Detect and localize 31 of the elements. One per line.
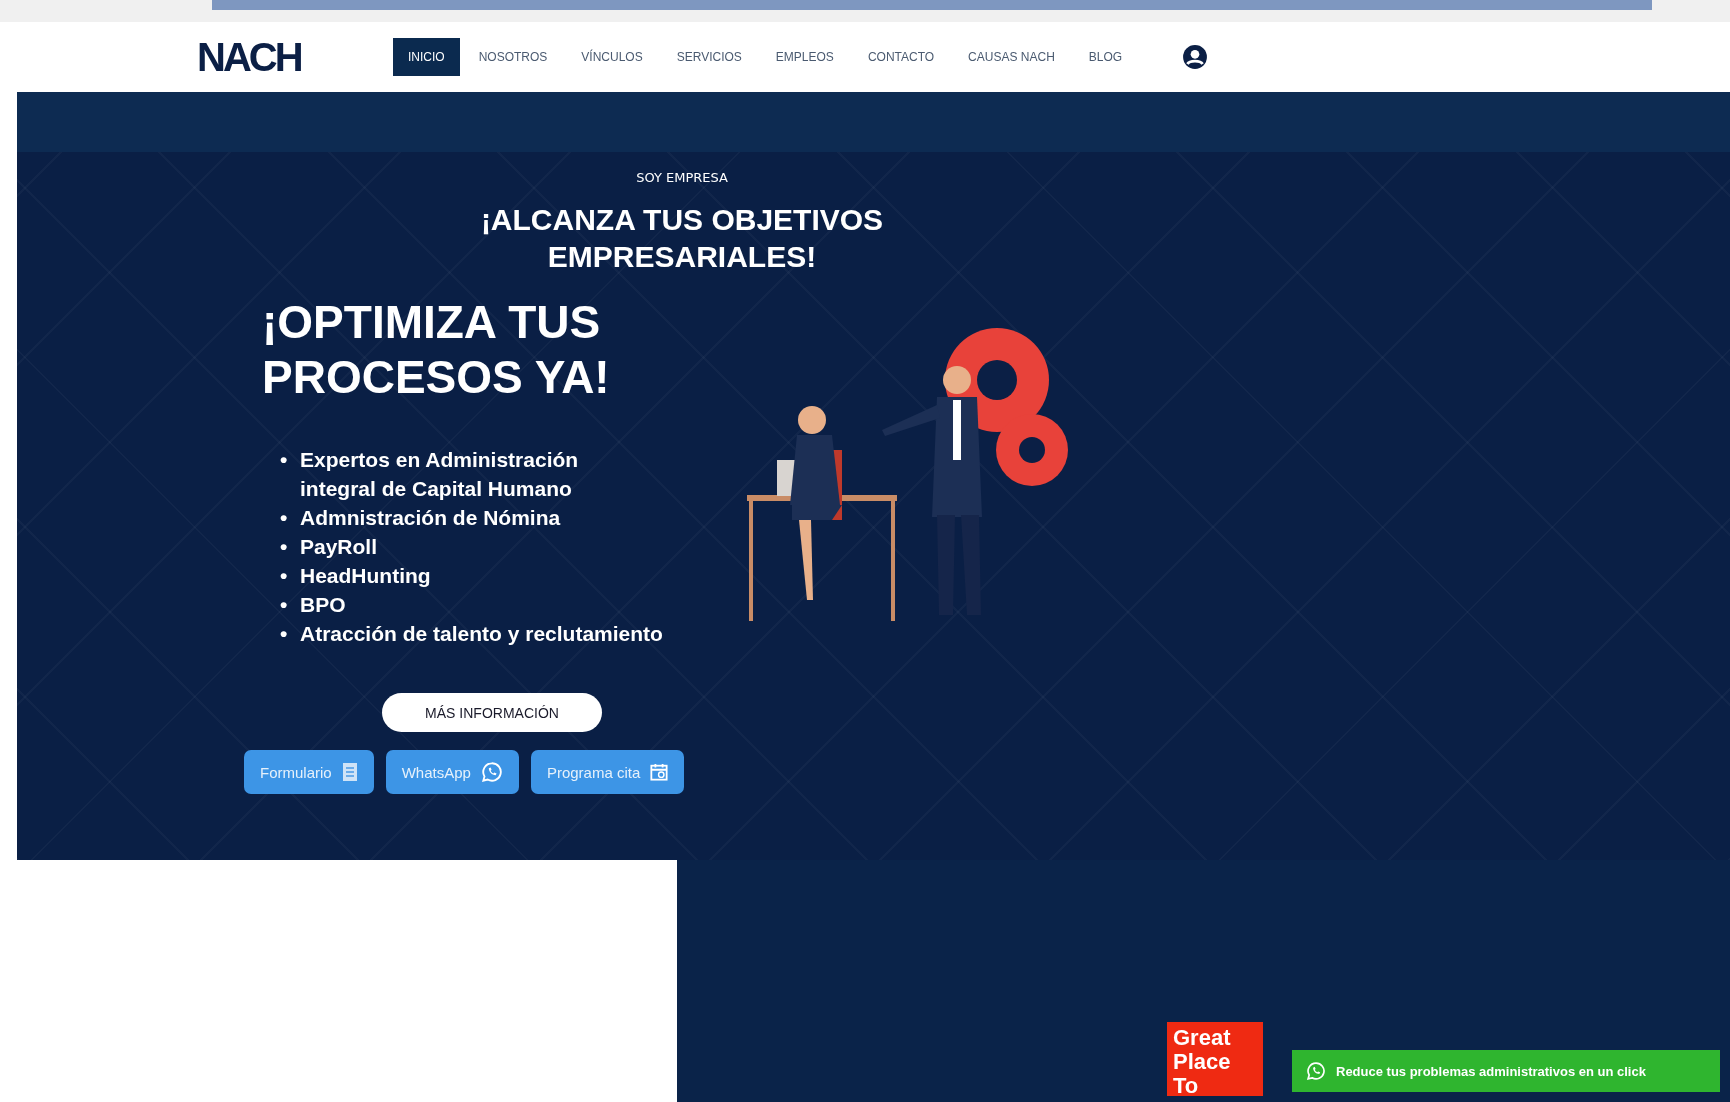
bullet-mark: • bbox=[280, 592, 289, 618]
service-item: PayRoll bbox=[300, 534, 378, 560]
service-item: Atracción de talento y reclutamiento bbox=[300, 621, 663, 647]
bullet-mark: • bbox=[280, 505, 289, 531]
nav-link[interactable]: INICIO bbox=[393, 38, 460, 76]
whatsapp-icon bbox=[480, 761, 503, 783]
hero-eyebrow: SOY EMPRESA bbox=[635, 170, 729, 185]
hero-title: ¡OPTIMIZA TUS PROCESOS YA! bbox=[262, 295, 611, 405]
certification-badge: Great Place To bbox=[1167, 1022, 1263, 1096]
calendar-icon bbox=[650, 763, 669, 781]
service-item: BPO bbox=[300, 592, 346, 618]
whatsapp-icon bbox=[1306, 1061, 1326, 1081]
logo[interactable]: NACH bbox=[197, 34, 393, 80]
service-item: Admnistración de Nómina bbox=[300, 505, 561, 531]
more-info-button[interactable]: MÁS INFORMACIÓN bbox=[382, 693, 602, 732]
bullet-mark: • bbox=[280, 447, 289, 473]
document-icon bbox=[341, 762, 358, 782]
nav-link[interactable]: CONTACTO bbox=[852, 38, 950, 76]
user-icon[interactable] bbox=[1182, 44, 1209, 70]
nav-link[interactable]: NOSOTROS bbox=[463, 38, 563, 76]
bullet-mark: • bbox=[280, 534, 289, 560]
nav-link[interactable]: EMPLEOS bbox=[760, 38, 849, 76]
service-item: Expertos en Administración integral de Capital Humano bbox=[300, 447, 580, 502]
bullet-mark: • bbox=[280, 621, 289, 647]
service-item: HeadHunting bbox=[300, 563, 431, 589]
nav-link[interactable]: VÍNCULOS bbox=[566, 38, 658, 76]
bullet-mark: • bbox=[280, 563, 289, 589]
nav-link[interactable]: CAUSAS NACH bbox=[953, 38, 1070, 76]
hero-headline: ¡ALCANZA TUS OBJETIVOS EMPRESARIALES! bbox=[479, 202, 885, 275]
nav-link[interactable]: SERVICIOS bbox=[661, 38, 757, 76]
nav-link[interactable]: BLOG bbox=[1073, 38, 1138, 76]
